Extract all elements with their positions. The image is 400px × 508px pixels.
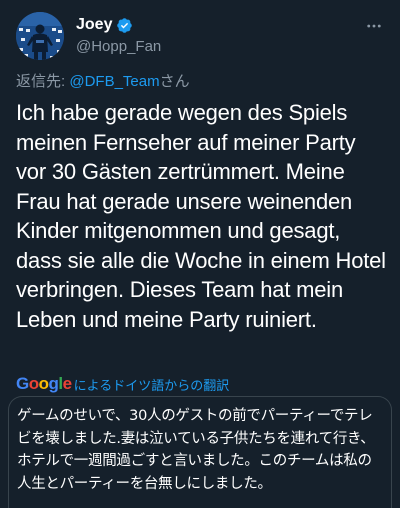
google-logo: Google xyxy=(16,374,72,393)
display-name-row: Joey xyxy=(76,15,161,35)
display-name[interactable]: Joey xyxy=(76,16,112,34)
reply-mention-link[interactable]: @DFB_Team xyxy=(69,73,159,90)
user-handle[interactable]: @Hopp_Fan xyxy=(76,38,161,55)
tweet-detail: Joey @Hopp_Fan 返信先: @DFB_Teamさん Ich habe… xyxy=(0,0,400,508)
avatar[interactable] xyxy=(16,12,64,60)
translate-label: によるドイツ語からの翻訳 xyxy=(73,377,230,393)
avatar-image xyxy=(16,12,64,60)
tweet-text: Ich habe gerade wegen des Spiels meinen … xyxy=(16,100,386,332)
replying-to: 返信先: @DFB_Teamさん xyxy=(16,70,190,91)
translated-text: ゲームのせいで、30人のゲストの前でパーティーでテレビを壊しました.妻は泣いてい… xyxy=(17,408,375,492)
user-info: Joey @Hopp_Fan xyxy=(76,15,161,55)
replying-to-prefix: 返信先: xyxy=(16,73,70,90)
replying-to-suffix: さん xyxy=(159,73,190,90)
translation-card: ゲームのせいで、30人のゲストの前でパーティーでテレビを壊しました.妻は泣いてい… xyxy=(8,396,392,508)
translation-attribution[interactable]: Google によるドイツ語からの翻訳 xyxy=(16,374,229,394)
verified-badge-icon xyxy=(116,17,133,34)
more-horizontal-icon[interactable] xyxy=(364,16,384,36)
